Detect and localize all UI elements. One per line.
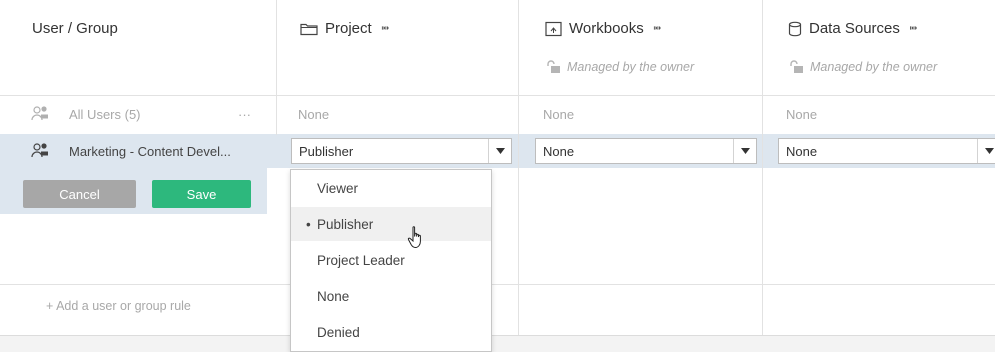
unlocked-icon <box>788 60 804 74</box>
permissions-grid: User / Group Project ⁍⁍ Workbooks ⁍⁍ Man… <box>0 0 995 352</box>
select-value: Publisher <box>299 144 354 159</box>
group-name: All Users (5) <box>69 107 141 122</box>
footer-bar <box>0 336 995 352</box>
header-data-sources[interactable]: Data Sources ⁍⁍ Managed by the owner <box>762 0 995 95</box>
header-project-label: Project <box>325 20 372 37</box>
add-user-or-group-rule-link[interactable]: + Add a user or group rule <box>46 299 191 313</box>
header-user-group: User / Group <box>0 0 276 95</box>
selected-bullet: • <box>306 217 311 232</box>
expand-columns-icon[interactable]: ⁍⁍ <box>909 22 918 35</box>
select-value: None <box>786 144 818 159</box>
row-divider <box>0 284 995 285</box>
chevron-down-icon[interactable] <box>488 139 511 163</box>
permission-dropdown-menu: Viewer • Publisher Project Leader None D… <box>290 169 492 352</box>
header-data-sources-label: Data Sources <box>809 20 900 37</box>
menu-item-viewer[interactable]: Viewer <box>291 171 491 205</box>
header-project[interactable]: Project ⁍⁍ <box>276 0 518 95</box>
header-user-group-label: User / Group <box>32 20 118 37</box>
workbook-icon <box>545 21 562 37</box>
project-permission-value: None <box>298 107 330 122</box>
save-button[interactable]: Save <box>152 180 251 208</box>
folder-icon <box>300 22 318 36</box>
expand-columns-icon[interactable]: ⁍⁍ <box>653 22 662 35</box>
more-options-icon[interactable]: ··· <box>238 107 251 122</box>
project-permission-select[interactable]: Publisher <box>291 138 512 164</box>
database-icon <box>788 21 802 37</box>
group-name: Marketing - Content Devel... <box>69 144 231 159</box>
managed-by-owner-text: Managed by the owner <box>567 60 695 74</box>
header-divider <box>0 95 995 96</box>
workbooks-permission-select[interactable]: None <box>535 138 757 164</box>
data-sources-permission-value: None <box>786 107 818 122</box>
group-icon <box>31 105 51 128</box>
unlocked-icon <box>545 60 561 74</box>
data-sources-permission-select[interactable]: None <box>778 138 995 164</box>
menu-item-project-leader[interactable]: Project Leader <box>291 243 491 277</box>
expand-columns-icon[interactable]: ⁍⁍ <box>381 22 390 35</box>
header-workbooks-label: Workbooks <box>569 20 644 37</box>
group-icon <box>31 142 51 165</box>
menu-item-denied[interactable]: Denied <box>291 315 491 349</box>
header-workbooks[interactable]: Workbooks ⁍⁍ Managed by the owner <box>518 0 762 95</box>
menu-item-publisher[interactable]: • Publisher <box>291 207 491 241</box>
hand-cursor-icon <box>407 225 429 256</box>
menu-item-none[interactable]: None <box>291 279 491 313</box>
workbooks-permission-value: None <box>543 107 575 122</box>
column-divider <box>276 95 277 135</box>
cancel-button[interactable]: Cancel <box>23 180 136 208</box>
chevron-down-icon[interactable] <box>977 139 995 163</box>
managed-by-owner-text: Managed by the owner <box>810 60 938 74</box>
select-value: None <box>543 144 575 159</box>
chevron-down-icon[interactable] <box>733 139 756 163</box>
